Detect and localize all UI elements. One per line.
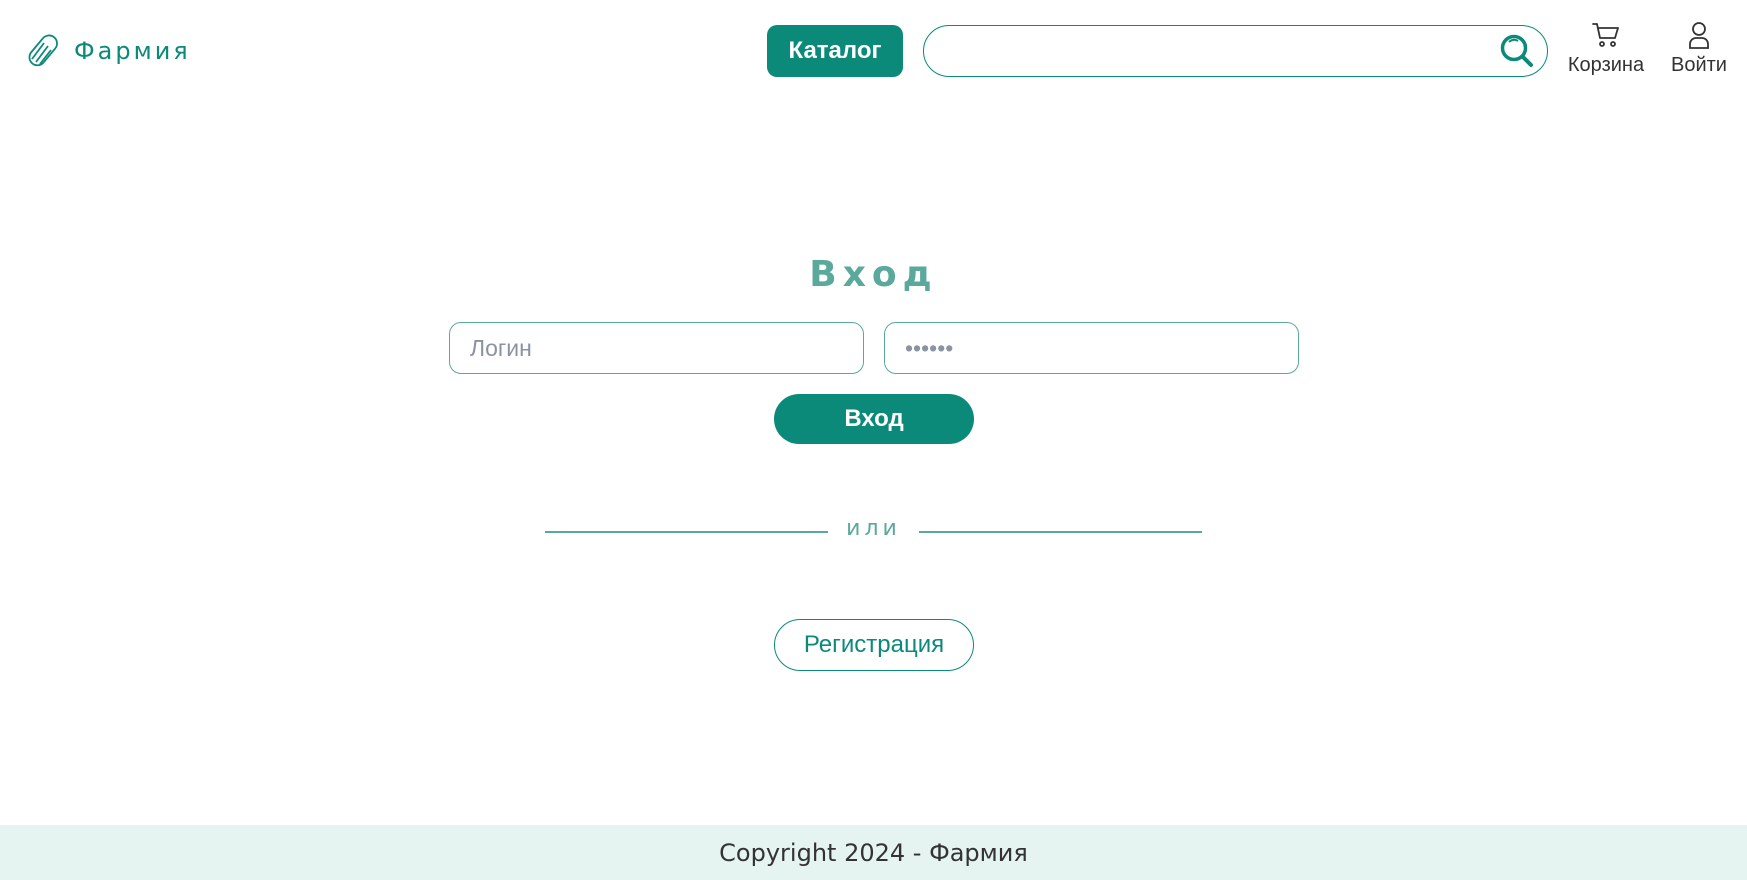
cart-link[interactable]: Корзина <box>1566 20 1646 77</box>
login-field[interactable] <box>449 322 864 374</box>
copyright-text: Copyright 2024 - Фармия <box>719 838 1028 867</box>
cart-label: Корзина <box>1567 54 1645 76</box>
site-header: Фармия Каталог Корзина Войти <box>0 0 1747 104</box>
divider-text: или <box>846 516 901 541</box>
logo-text: Фармия <box>74 37 191 65</box>
catalog-button[interactable]: Каталог <box>767 25 903 77</box>
register-button[interactable]: Регистрация <box>774 619 974 671</box>
site-footer: Copyright 2024 - Фармия <box>0 825 1747 880</box>
login-submit-button[interactable]: Вход <box>774 394 974 444</box>
search-box <box>923 25 1548 77</box>
login-title: Вход <box>809 254 938 295</box>
logo-link[interactable]: Фармия <box>26 32 191 70</box>
cart-icon <box>1592 23 1619 47</box>
password-field[interactable] <box>884 322 1299 374</box>
user-icon <box>1689 22 1709 49</box>
pill-icon <box>28 34 58 67</box>
login-label: Войти <box>1671 54 1727 76</box>
search-icon[interactable] <box>1499 33 1535 69</box>
or-divider: или <box>545 516 1202 546</box>
search-input[interactable] <box>942 34 1482 68</box>
login-link[interactable]: Войти <box>1664 20 1734 77</box>
divider-line-right <box>919 531 1202 533</box>
